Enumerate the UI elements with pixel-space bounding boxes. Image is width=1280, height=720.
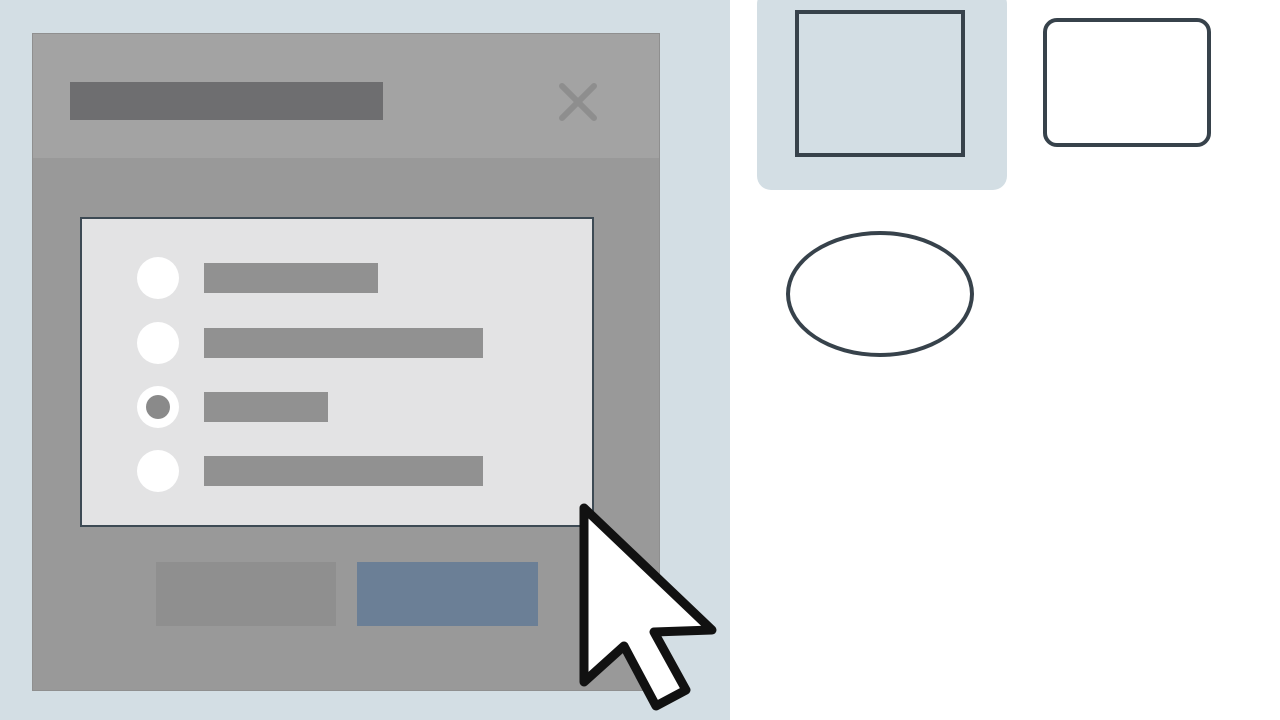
dialog-backdrop (0, 0, 730, 720)
radio-button[interactable] (137, 322, 179, 364)
radio-button[interactable] (137, 450, 179, 492)
shape-options-dialog (32, 33, 660, 691)
option-label (204, 328, 483, 358)
option-label (204, 263, 378, 293)
radio-option-1[interactable] (82, 253, 592, 303)
radio-option-3[interactable] (82, 382, 592, 432)
shape-rounded-rectangle-option[interactable] (1043, 18, 1211, 147)
option-label (204, 392, 328, 422)
app-window (0, 0, 1280, 720)
radio-button-selected[interactable] (137, 386, 179, 428)
dialog-title (70, 82, 383, 120)
radio-button[interactable] (137, 257, 179, 299)
shape-ellipse-option[interactable] (786, 231, 974, 357)
option-label (204, 456, 483, 486)
radio-option-2[interactable] (82, 318, 592, 368)
radio-option-list (80, 217, 594, 527)
mouse-pointer-icon (579, 503, 717, 711)
radio-option-4[interactable] (82, 446, 592, 496)
close-icon[interactable] (554, 78, 602, 126)
shape-square-option[interactable] (795, 10, 965, 157)
radio-selected-dot (146, 395, 170, 419)
close-icon-glyph (559, 83, 597, 121)
cancel-button[interactable] (156, 562, 336, 626)
ok-button[interactable] (357, 562, 538, 626)
dialog-header (33, 34, 659, 158)
